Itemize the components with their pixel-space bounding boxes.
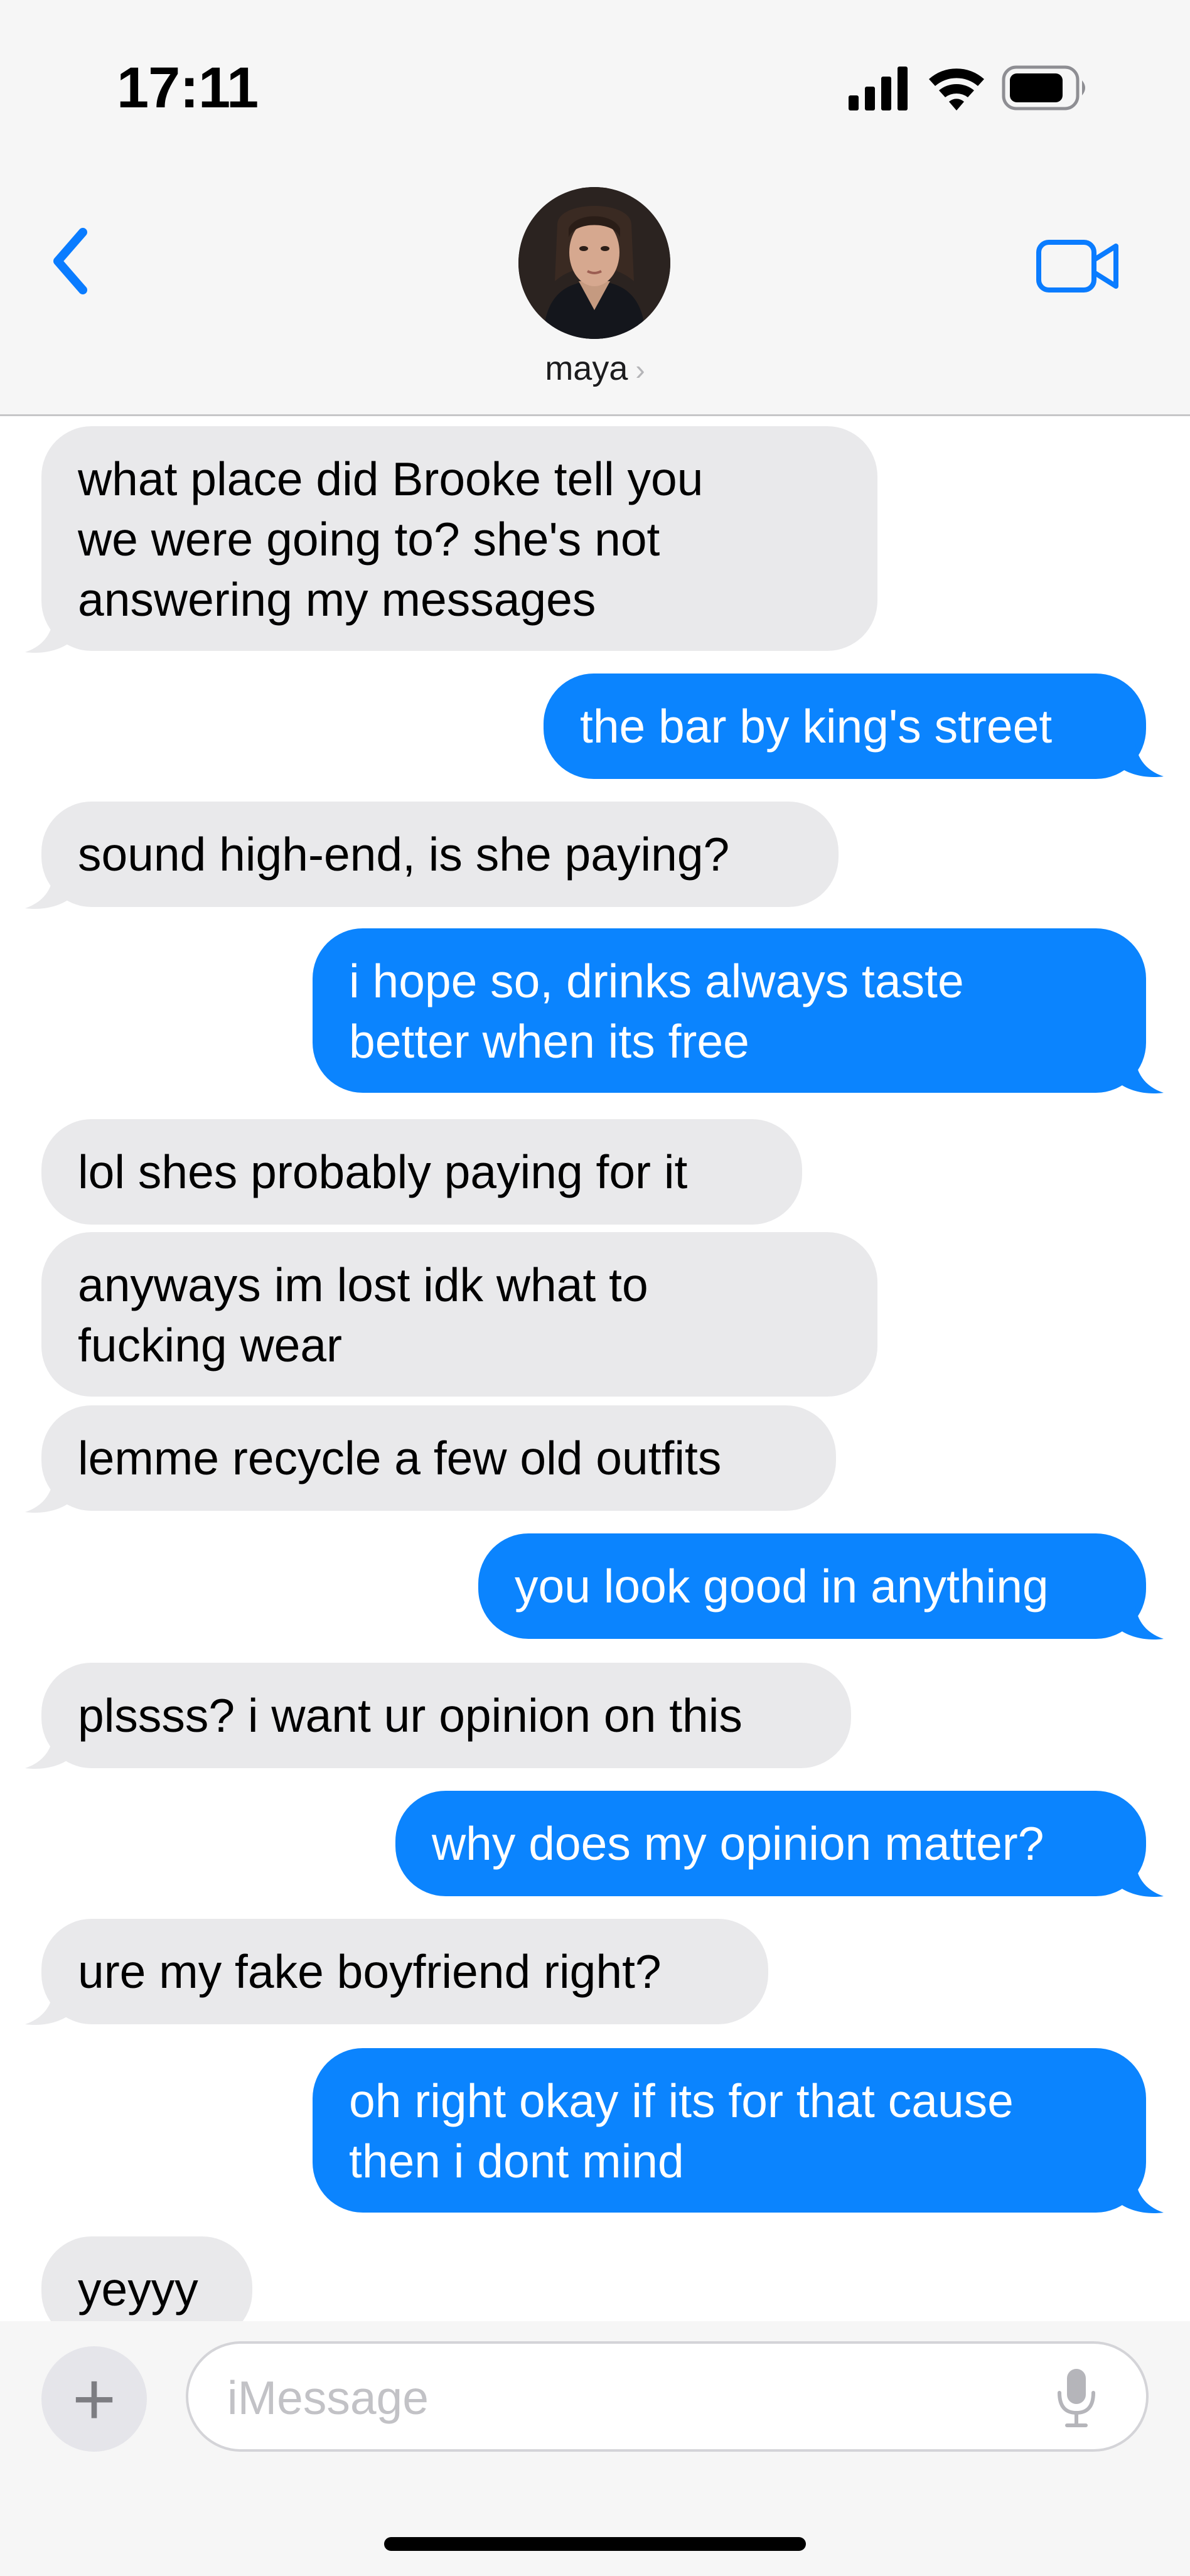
battery-icon xyxy=(1002,65,1085,110)
message-incoming[interactable]: lemme recycle a few old outfits xyxy=(41,1405,836,1511)
status-time: 17:11 xyxy=(117,56,259,120)
home-indicator[interactable] xyxy=(384,2537,806,2551)
compose-bar: + xyxy=(0,2321,1190,2576)
message-outgoing[interactable]: i hope so, drinks always taste better wh… xyxy=(313,928,1146,1093)
message-incoming[interactable]: yeyyy xyxy=(41,2236,252,2321)
plus-icon[interactable]: + xyxy=(41,2346,147,2452)
message-outgoing[interactable]: why does my opinion matter? xyxy=(395,1791,1146,1896)
bubble-tail xyxy=(1113,2171,1164,2214)
message-incoming[interactable]: plssss? i want ur opinion on this xyxy=(41,1663,851,1768)
message-input[interactable] xyxy=(226,2363,1044,2433)
bubble-tail xyxy=(1113,1855,1164,1897)
bubble-tail xyxy=(25,611,75,653)
contact-avatar[interactable] xyxy=(518,187,670,339)
bubble-tail xyxy=(25,1727,75,1769)
wifi-icon xyxy=(929,68,984,110)
message-outgoing[interactable]: you look good in anything xyxy=(478,1533,1146,1639)
message-field[interactable] xyxy=(186,2341,1149,2452)
message-outgoing[interactable]: oh right okay if its for that cause then… xyxy=(313,2048,1146,2213)
chevron-right-icon: › xyxy=(635,353,645,386)
message-incoming[interactable]: what place did Brooke tell you we were g… xyxy=(41,426,877,651)
message-thread[interactable]: what place did Brooke tell you we were g… xyxy=(0,416,1190,2321)
message-incoming[interactable]: sound high-end, is she paying? xyxy=(41,802,839,907)
microphone-icon[interactable] xyxy=(1054,2366,1098,2429)
bubble-tail xyxy=(25,867,75,910)
message-incoming[interactable]: lol shes probably paying for it xyxy=(41,1119,802,1225)
bubble-tail xyxy=(25,1983,75,2026)
bubble-tail xyxy=(25,1471,75,1513)
message-incoming[interactable]: anyways im lost idk what to fucking wear xyxy=(41,1232,877,1397)
video-camera-icon[interactable] xyxy=(1036,236,1121,296)
chevron-left-icon[interactable] xyxy=(44,223,100,299)
conversation-header: maya › xyxy=(0,163,1190,416)
bubble-tail xyxy=(1113,735,1164,778)
message-incoming[interactable]: ure my fake boyfriend right? xyxy=(41,1919,768,2024)
message-outgoing[interactable]: the bar by king's street xyxy=(544,674,1146,779)
bubble-tail xyxy=(1113,1051,1164,1094)
cellular-signal-icon xyxy=(849,67,908,110)
status-bar: 17:11 xyxy=(0,0,1190,163)
contact-name: maya xyxy=(545,350,628,387)
bubble-tail xyxy=(1113,1597,1164,1640)
contact-name-button[interactable]: maya › xyxy=(0,349,1190,388)
